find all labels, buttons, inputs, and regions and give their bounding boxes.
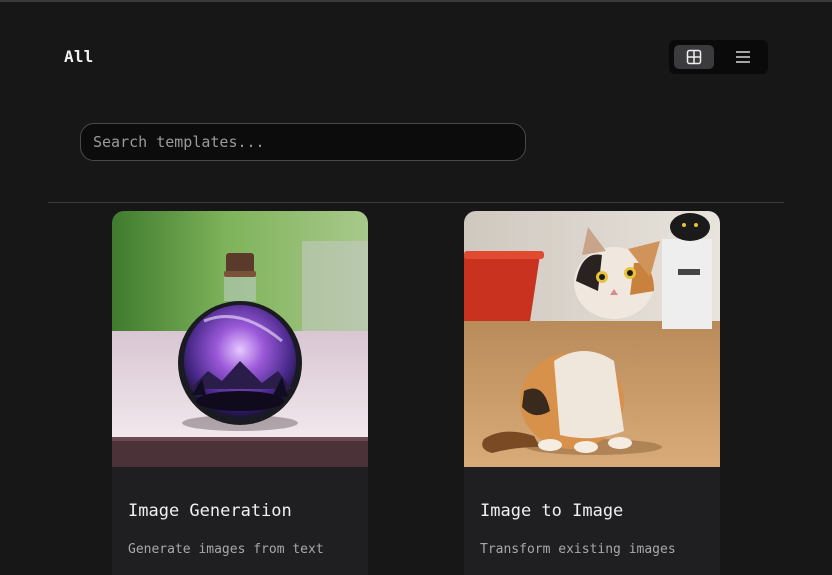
list-icon — [736, 51, 750, 63]
search-input[interactable] — [80, 123, 526, 161]
window-top-border — [0, 0, 832, 2]
template-thumbnail — [464, 211, 720, 467]
grid-icon — [686, 49, 702, 65]
template-title: Image Generation — [128, 501, 292, 521]
section-divider — [48, 202, 784, 203]
template-card-image-generation[interactable]: Image Generation Generate images from te… — [112, 211, 368, 575]
template-description: Transform existing images — [480, 542, 676, 557]
view-toggle — [669, 40, 768, 74]
category-title: All — [64, 47, 94, 66]
grid-view-button[interactable] — [674, 45, 714, 69]
template-thumbnail — [112, 211, 368, 467]
list-view-button[interactable] — [723, 45, 763, 69]
template-card-image-to-image[interactable]: Image to Image Transform existing images — [464, 211, 720, 575]
template-title: Image to Image — [480, 501, 624, 521]
template-description: Generate images from text — [128, 542, 324, 557]
